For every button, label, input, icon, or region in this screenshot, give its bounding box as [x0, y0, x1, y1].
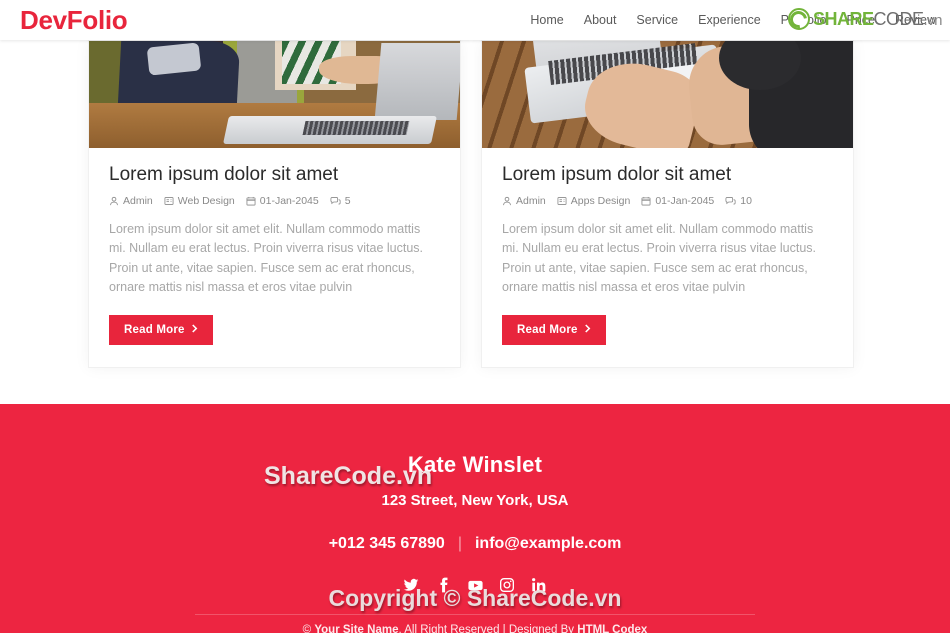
meta-category: Apps Design — [557, 195, 631, 207]
meta-author-label: Admin — [516, 195, 546, 207]
meta-category: Web Design — [164, 195, 235, 207]
blog-card-title[interactable]: Lorem ipsum dolor sit amet — [502, 164, 833, 186]
meta-comments: 10 — [725, 195, 752, 207]
nav-item-experience[interactable]: Experience — [698, 13, 761, 27]
nav-item-service[interactable]: Service — [636, 13, 678, 27]
blog-card-image-child-at-laptop — [89, 41, 460, 148]
blog-card[interactable]: Lorem ipsum dolor sit amet Admin Web Des… — [88, 40, 461, 368]
article-icon — [557, 196, 567, 206]
read-more-button[interactable]: Read More — [109, 314, 213, 345]
blog-card-excerpt: Lorem ipsum dolor sit amet elit. Nullam … — [502, 222, 816, 295]
meta-date-label: 01-Jan-2045 — [655, 195, 715, 207]
meta-category-label: Web Design — [177, 195, 235, 207]
user-icon — [109, 196, 119, 206]
nav-item-price[interactable]: Price — [847, 13, 875, 27]
meta-date: 01-Jan-2045 — [641, 195, 714, 207]
blog-card-list: Lorem ipsum dolor sit amet Admin Web Des… — [0, 40, 950, 368]
facebook-icon[interactable] — [434, 576, 452, 594]
meta-author: Admin — [109, 195, 153, 207]
copyright-prefix: © — [302, 624, 315, 633]
page-root: DevFolio Home About Service Experience P… — [0, 0, 950, 633]
blog-card-title[interactable]: Lorem ipsum dolor sit amet — [109, 164, 440, 186]
meta-date-label: 01-Jan-2045 — [259, 195, 319, 207]
site-header: DevFolio Home About Service Experience P… — [0, 0, 950, 40]
footer-separator: | — [457, 535, 462, 552]
copyright-site-name: Your Site Name — [314, 624, 399, 633]
footer-email[interactable]: info@example.com — [475, 535, 621, 553]
comment-icon — [330, 196, 341, 206]
linkedin-icon[interactable] — [530, 576, 548, 594]
chevron-right-icon — [584, 323, 591, 336]
blog-card-excerpt: Lorem ipsum dolor sit amet elit. Nullam … — [109, 222, 423, 295]
footer-contact-row: +012 345 67890 | info@example.com — [0, 535, 950, 553]
copyright-author[interactable]: HTML Codex — [577, 624, 647, 633]
site-logo[interactable]: DevFolio — [20, 5, 128, 36]
meta-comments-count: 5 — [344, 195, 351, 207]
read-more-button[interactable]: Read More — [502, 314, 606, 345]
youtube-icon[interactable] — [466, 576, 484, 594]
user-icon — [502, 196, 512, 206]
footer-address: 123 Street, New York, USA — [381, 492, 569, 509]
read-more-label: Read More — [517, 323, 578, 336]
calendar-icon — [641, 196, 651, 206]
blog-card-image-hands-typing — [482, 41, 853, 148]
nav-item-portfolio[interactable]: Portfolio — [781, 13, 827, 27]
meta-author-label: Admin — [123, 195, 153, 207]
article-icon — [164, 196, 174, 206]
blog-card-body: Lorem ipsum dolor sit amet Admin Web Des… — [89, 148, 460, 367]
footer-social-links — [0, 576, 950, 594]
site-footer: Kate Winslet 123 Street, New York, USA +… — [0, 404, 950, 633]
meta-comments: 5 — [330, 195, 351, 207]
blog-card-meta: Admin Apps Design 01-Jan-2045 10 — [502, 195, 833, 207]
blog-card[interactable]: Lorem ipsum dolor sit amet Admin Apps De… — [481, 40, 854, 368]
chevron-right-icon — [191, 323, 198, 336]
calendar-icon — [246, 196, 256, 206]
footer-person-name: Kate Winslet — [407, 452, 543, 477]
comment-icon — [725, 196, 736, 206]
read-more-label: Read More — [124, 323, 185, 336]
twitter-icon[interactable] — [402, 576, 420, 594]
meta-category-label: Apps Design — [570, 195, 631, 207]
footer-divider — [195, 614, 755, 615]
footer-copyright: © Your Site Name, All Right Reserved | D… — [0, 624, 950, 633]
meta-comments-count: 10 — [740, 195, 752, 207]
instagram-icon[interactable] — [498, 576, 516, 594]
blog-card-body: Lorem ipsum dolor sit amet Admin Apps De… — [482, 148, 853, 367]
main-navigation: Home About Service Experience Portfolio … — [530, 0, 936, 40]
footer-phone[interactable]: +012 345 67890 — [329, 535, 445, 553]
nav-item-review[interactable]: Review — [895, 13, 936, 27]
blog-card-meta: Admin Web Design 01-Jan-2045 5 — [109, 195, 440, 207]
nav-item-about[interactable]: About — [584, 13, 617, 27]
nav-item-home[interactable]: Home — [530, 13, 563, 27]
meta-date: 01-Jan-2045 — [246, 195, 319, 207]
meta-author: Admin — [502, 195, 546, 207]
copyright-middle: , All Right Reserved | Designed By — [398, 624, 578, 633]
